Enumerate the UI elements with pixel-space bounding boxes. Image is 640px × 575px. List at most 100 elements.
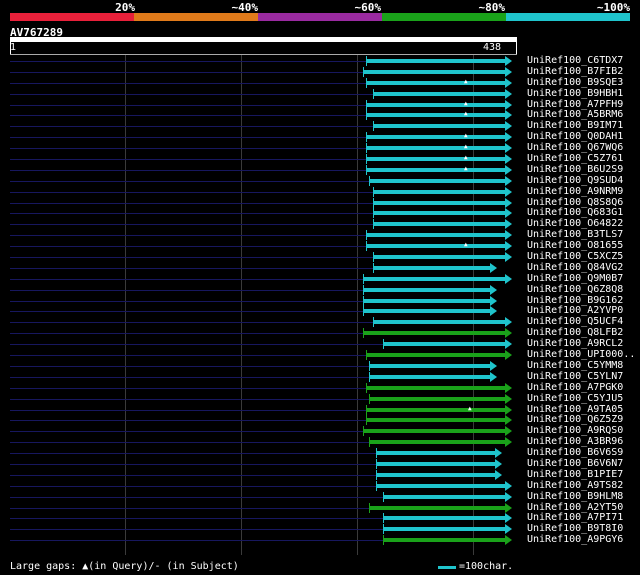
hit-label[interactable]: UniRef100_B9HBH1 (527, 88, 623, 99)
hit-label[interactable]: UniRef100_O81655 (527, 240, 623, 251)
hit-label[interactable]: UniRef100_C5Z761 (527, 153, 623, 164)
hit-alignment-bar[interactable] (373, 255, 505, 260)
hit-alignment-bar[interactable] (376, 451, 495, 456)
hit-label[interactable]: UniRef100_A7PGK0 (527, 382, 623, 393)
hit-alignment-bar[interactable] (366, 102, 505, 107)
hit-alignment-bar[interactable] (369, 440, 505, 445)
hit-alignment-bar[interactable] (363, 298, 490, 303)
hit-label[interactable]: UniRef100_A9PGY6 (527, 534, 623, 545)
hit-alignment-bar[interactable] (369, 363, 490, 368)
hit-label[interactable]: UniRef100_A3BR96 (527, 436, 623, 447)
hit-alignment-bar[interactable] (366, 233, 505, 238)
hit-alignment-bar[interactable] (376, 461, 495, 466)
hit-label[interactable]: UniRef100_B6V6N7 (527, 458, 623, 469)
hit-arrow-icon (505, 56, 512, 66)
hit-arrow-icon (505, 110, 512, 121)
hit-alignment-bar[interactable] (363, 287, 490, 292)
hit-label[interactable]: UniRef100_A7PFH9 (527, 99, 623, 110)
hit-alignment-bar[interactable] (366, 146, 505, 151)
hit-alignment-bar[interactable] (373, 200, 505, 205)
hit-alignment-bar[interactable] (383, 527, 505, 532)
hit-alignment-bar[interactable] (363, 276, 505, 281)
hit-alignment-bar[interactable] (366, 157, 505, 162)
scale-legend-label: =100char. (459, 561, 514, 572)
hit-alignment-bar[interactable] (363, 309, 490, 314)
hit-label[interactable]: UniRef100_A9NRM9 (527, 186, 623, 197)
hit-alignment-bar[interactable] (366, 353, 505, 358)
hit-label[interactable]: UniRef100_B9T8I0 (527, 523, 623, 534)
unaligned-region-line (10, 409, 366, 411)
hit-label[interactable]: UniRef100_Q67WQ6 (527, 142, 623, 153)
hit-alignment-bar[interactable] (373, 222, 505, 227)
hit-label[interactable]: UniRef100_UPI000.. (527, 349, 635, 360)
hit-alignment-bar[interactable] (373, 211, 505, 216)
hit-alignment-bar[interactable] (363, 429, 505, 434)
hit-label[interactable]: UniRef100_Q8LFB2 (527, 327, 623, 338)
hit-alignment-bar[interactable] (369, 374, 490, 379)
hit-label[interactable]: UniRef100_Q84VG2 (527, 262, 623, 273)
hit-label[interactable]: UniRef100_B1PIE7 (527, 469, 623, 480)
hit-label[interactable]: UniRef100_C5YJU5 (527, 393, 623, 404)
hit-alignment-bar[interactable] (383, 538, 505, 543)
hit-arrow-icon (505, 164, 512, 175)
hit-arrow-icon (505, 437, 512, 448)
hit-alignment-bar[interactable] (373, 265, 490, 270)
hit-alignment-bar[interactable] (363, 69, 505, 74)
hit-label[interactable]: UniRef100_B7FIB2 (527, 66, 623, 77)
hit-label[interactable]: UniRef100_A9RCL2 (527, 338, 623, 349)
hit-label[interactable]: UniRef100_B3TLS7 (527, 229, 623, 240)
hit-label[interactable]: UniRef100_B6U2S9 (527, 164, 623, 175)
hit-label[interactable]: UniRef100_Q9M0B7 (527, 273, 623, 284)
hit-alignment-bar[interactable] (373, 189, 505, 194)
hit-label[interactable]: UniRef100_B9IM71 (527, 120, 623, 131)
hit-alignment-bar[interactable] (373, 124, 505, 129)
hit-alignment-bar[interactable] (369, 178, 505, 183)
hit-label[interactable]: UniRef100_B9SQE3 (527, 77, 623, 88)
hit-label[interactable]: UniRef100_A9RQS0 (527, 425, 623, 436)
hit-alignment-bar[interactable] (366, 244, 505, 249)
hit-label[interactable]: UniRef100_A5BRM6 (527, 109, 623, 120)
hit-label[interactable]: UniRef100_Q6Z5Z9 (527, 414, 623, 425)
hit-alignment-bar[interactable] (383, 494, 505, 499)
hit-label[interactable]: UniRef100_C6TDX7 (527, 55, 623, 66)
hit-alignment-bar[interactable] (366, 418, 505, 423)
hit-label[interactable]: UniRef100_Q8S8Q6 (527, 197, 623, 208)
hit-alignment-bar[interactable] (376, 472, 495, 477)
hit-label[interactable]: UniRef100_B6V6S9 (527, 447, 623, 458)
hit-label[interactable]: UniRef100_C5YMM8 (527, 360, 623, 371)
hit-label[interactable]: UniRef100_Q0DAH1 (527, 131, 623, 142)
hit-alignment-bar[interactable] (366, 385, 505, 390)
hit-alignment-bar[interactable] (369, 396, 505, 401)
hit-label[interactable]: UniRef100_O64822 (527, 218, 623, 229)
hit-label[interactable]: UniRef100_A2YT50 (527, 502, 623, 513)
hit-label[interactable]: UniRef100_A9TS82 (527, 480, 623, 491)
hit-row[interactable]: UniRef100_A9PGY6 (0, 534, 640, 546)
hit-alignment-bar[interactable] (383, 342, 505, 347)
hit-label[interactable]: UniRef100_A9TA05 (527, 404, 623, 415)
hit-arrow-icon (495, 469, 502, 480)
query-gap-icon: ▲ (464, 143, 468, 151)
hit-alignment-bar[interactable] (373, 91, 505, 96)
hit-alignment-bar[interactable] (373, 320, 505, 325)
hit-label[interactable]: UniRef100_A2YVP0 (527, 305, 623, 316)
hit-alignment-bar[interactable] (383, 516, 505, 521)
hit-label[interactable]: UniRef100_A7PI71 (527, 512, 623, 523)
hit-alignment-bar[interactable] (366, 135, 505, 140)
hit-label[interactable]: UniRef100_Q9SUD4 (527, 175, 623, 186)
hit-alignment-bar[interactable] (366, 80, 505, 85)
hit-alignment-bar[interactable] (363, 331, 505, 336)
hit-arrow-icon (505, 491, 512, 502)
hit-label[interactable]: UniRef100_C5YLN7 (527, 371, 623, 382)
hit-alignment-bar[interactable] (369, 505, 505, 510)
hit-alignment-bar[interactable] (366, 113, 505, 118)
hit-alignment-bar[interactable] (366, 167, 505, 172)
hit-alignment-bar[interactable] (366, 407, 505, 412)
hit-alignment-bar[interactable] (366, 59, 505, 63)
hit-alignment-bar[interactable] (376, 483, 505, 488)
hit-label[interactable]: UniRef100_Q683G1 (527, 207, 623, 218)
hit-label[interactable]: UniRef100_B9HLM8 (527, 491, 623, 502)
hit-label[interactable]: UniRef100_Q5UCF4 (527, 316, 623, 327)
hit-label[interactable]: UniRef100_B9G162 (527, 295, 623, 306)
hit-label[interactable]: UniRef100_Q6Z8Q8 (527, 284, 623, 295)
hit-label[interactable]: UniRef100_C5XCZ5 (527, 251, 623, 262)
